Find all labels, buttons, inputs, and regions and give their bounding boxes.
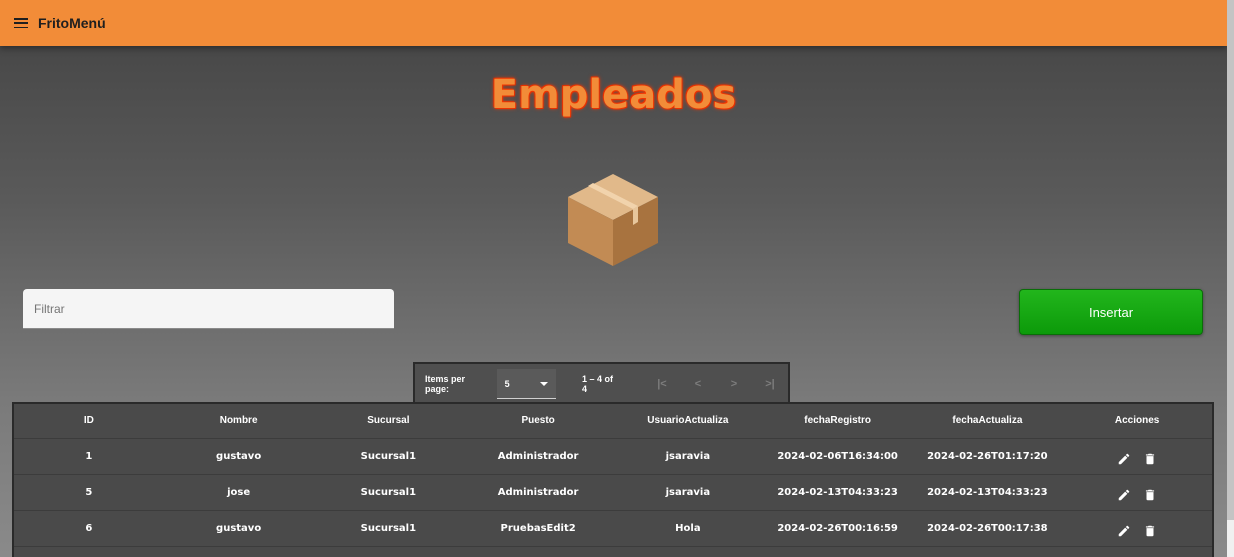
col-puesto[interactable]: Puesto (463, 404, 613, 439)
edit-icon[interactable] (1117, 488, 1131, 502)
edit-icon[interactable] (1117, 452, 1131, 466)
edit-icon[interactable] (1117, 524, 1131, 538)
employees-table: ID Nombre Sucursal Puesto UsuarioActuali… (12, 402, 1214, 557)
scrollbar-thumb[interactable] (1227, 0, 1234, 520)
menu-icon[interactable] (14, 18, 28, 28)
col-id[interactable]: ID (14, 404, 164, 439)
page-size-select[interactable]: 5 (496, 369, 556, 399)
items-per-page-label: Items per page: (425, 374, 466, 394)
scrollbar[interactable] (1227, 0, 1234, 557)
cell-sucursal: Sucursal1 (313, 474, 464, 511)
cell-usuario: jsaravia (613, 438, 763, 475)
table-row: 5 jose Sucursal1 Administrador jsaravia … (14, 474, 1212, 511)
insert-button[interactable]: Insertar (1019, 289, 1203, 335)
top-toolbar: FritoMenú (0, 0, 1227, 46)
col-acciones: Acciones (1062, 404, 1212, 439)
cell-nombre: jose (163, 474, 314, 511)
cell-fecha-registro: 2024-02-06T16:34:00 (762, 438, 913, 475)
table-row: 6 gustavo Sucursal1 PruebasEdit2 Hola 20… (14, 510, 1212, 547)
cell-sucursal: Sucursal1 (313, 438, 464, 475)
cell-fecha-actualiza: 2024-02-26T01:17:20 (912, 438, 1063, 475)
filter-input[interactable] (34, 301, 383, 316)
page-nav: |< < > >| (644, 378, 788, 390)
cell-sucursal: Sucursal1 (313, 510, 464, 547)
delete-icon[interactable] (1143, 524, 1157, 538)
cell-nombre: gustavo (163, 438, 314, 475)
last-page-button[interactable]: >| (752, 378, 788, 390)
cell-puesto: Administrador (463, 438, 613, 475)
cell-fecha-actualiza: 2024-02-13T04:33:23 (912, 474, 1063, 511)
cell-acciones (1062, 474, 1212, 511)
table-header-row: ID Nombre Sucursal Puesto UsuarioActuali… (14, 404, 1212, 439)
box-icon (568, 174, 658, 266)
col-usuario-actualiza[interactable]: UsuarioActualiza (613, 404, 763, 439)
cell-usuario: jsaravia (613, 474, 763, 511)
page-title: Empleados (490, 72, 737, 118)
table-row: 1 gustavo Sucursal1 Administrador jsarav… (14, 438, 1212, 475)
paginator: Items per page: 5 1 – 4 of 4 |< < > >| (413, 362, 790, 404)
page-range: 1 – 4 of 4 (582, 374, 614, 394)
col-sucursal[interactable]: Sucursal (313, 404, 464, 439)
cell-fecha-actualiza: 2024-02-26T00:17:38 (912, 510, 1063, 547)
cell-acciones (1062, 510, 1212, 547)
cell-puesto: Administrador (463, 474, 613, 511)
col-fecha-registro[interactable]: fechaRegistro (762, 404, 913, 439)
filter-field[interactable] (23, 289, 394, 329)
delete-icon[interactable] (1143, 488, 1157, 502)
app-title: FritoMenú (38, 15, 106, 31)
cell-nombre: gustavo (163, 510, 314, 547)
cell-puesto: PruebasEdit2 (463, 510, 613, 547)
cell-fecha-registro: 2024-02-13T04:33:23 (762, 474, 913, 511)
chevron-down-icon (540, 381, 548, 386)
cell-id: 1 (14, 438, 164, 475)
page-size-value: 5 (504, 378, 510, 389)
cell-id: 5 (14, 474, 164, 511)
delete-icon[interactable] (1143, 452, 1157, 466)
col-fecha-actualiza[interactable]: fechaActualiza (912, 404, 1063, 439)
next-page-button[interactable]: > (716, 378, 752, 390)
first-page-button[interactable]: |< (644, 378, 680, 390)
cell-id: 6 (14, 510, 164, 547)
cell-fecha-registro: 2024-02-26T00:16:59 (762, 510, 913, 547)
col-nombre[interactable]: Nombre (163, 404, 314, 439)
cell-acciones (1062, 438, 1212, 475)
cell-usuario: Hola (613, 510, 763, 547)
previous-page-button[interactable]: < (680, 378, 716, 390)
